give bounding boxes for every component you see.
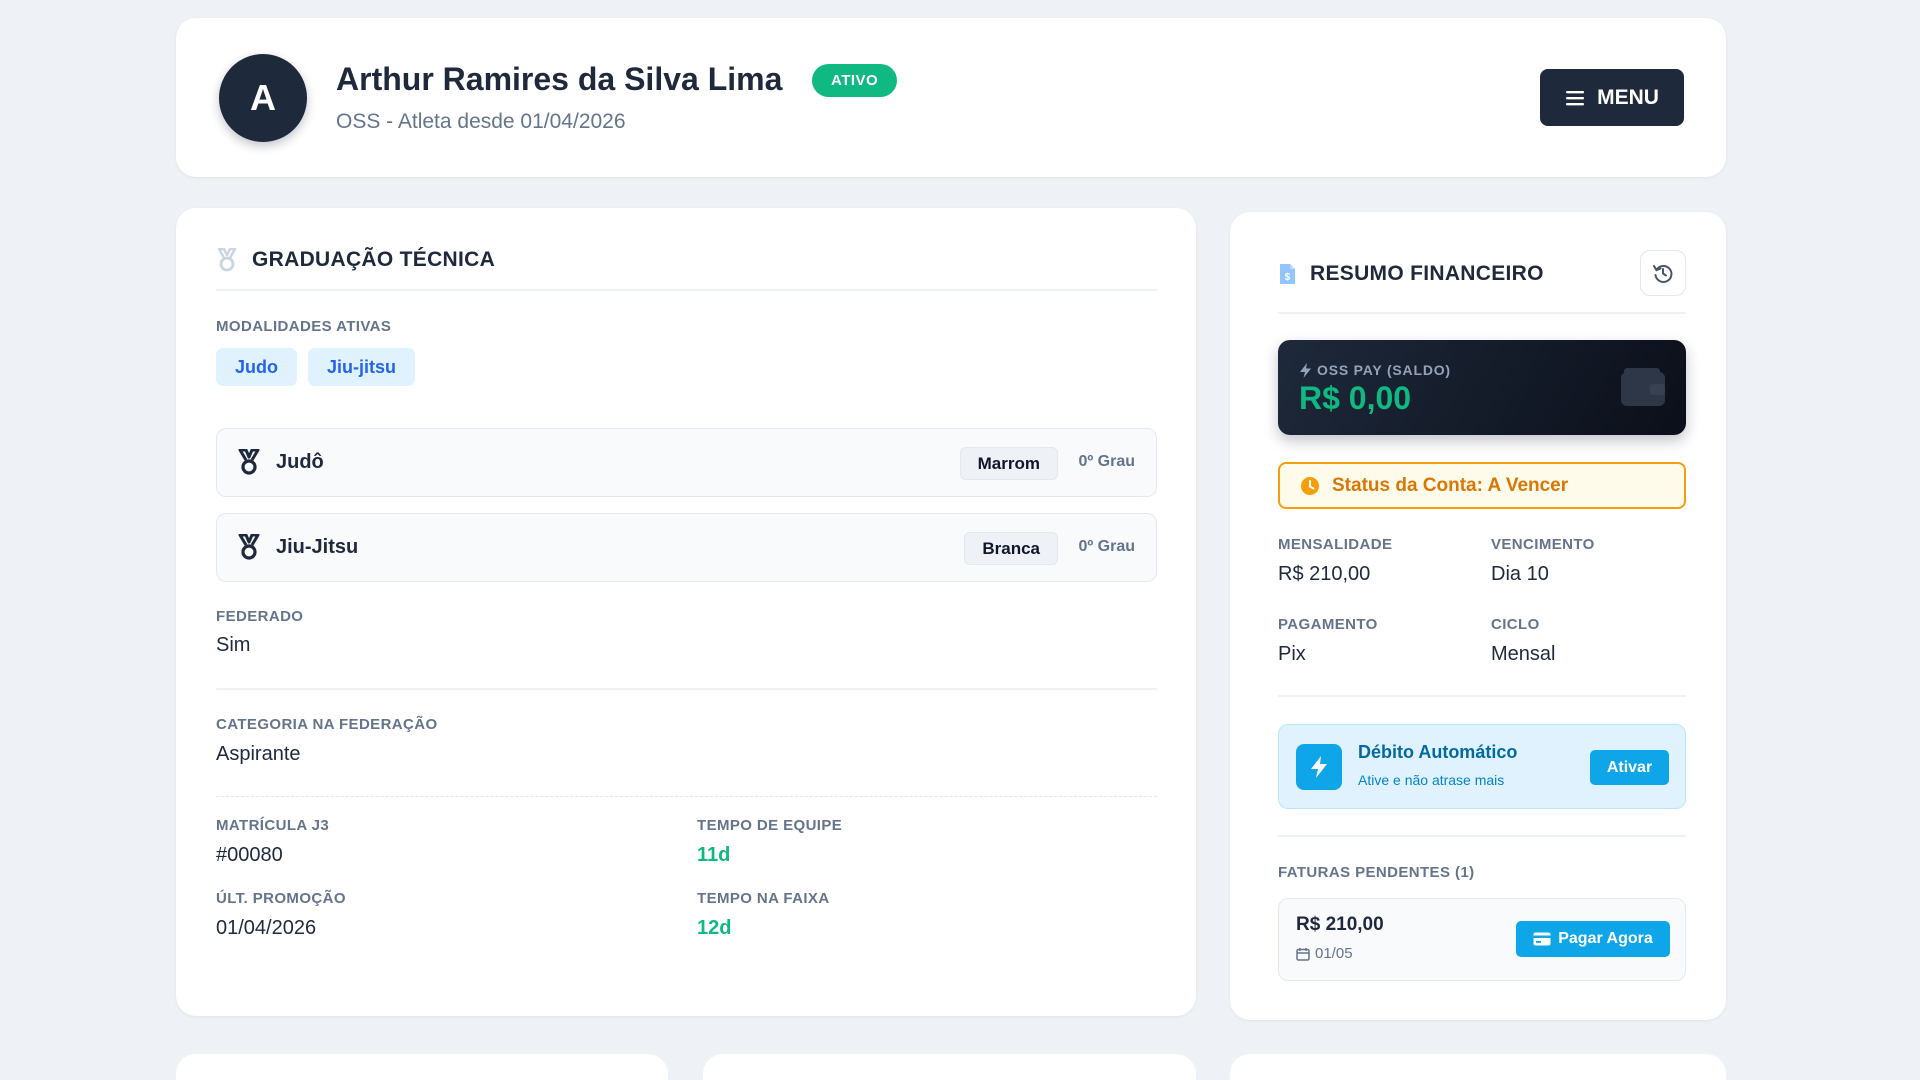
belt-color-badge: Marrom (959, 447, 1058, 480)
monthly-label: MENSALIDADE (1278, 536, 1393, 553)
athlete-header-card: A Arthur Ramires da Silva Lima ATIVO OSS… (176, 18, 1726, 177)
invoice-date: 01/05 (1315, 945, 1353, 962)
belt-degree: 0º Grau (1078, 453, 1135, 470)
athlete-subtitle: OSS - Atleta desde 01/04/2026 (336, 110, 626, 133)
last-promotion-value: 01/04/2026 (216, 917, 317, 939)
divider (1278, 312, 1686, 314)
credit-card-icon (1533, 932, 1551, 946)
wallet-icon (1621, 368, 1665, 406)
wallet-balance-card: OSS PAY (SALDO) R$ 0,00 (1278, 340, 1686, 435)
invoice-date-row: 01/05 (1296, 945, 1353, 962)
team-time-label: TEMPO DE EQUIPE (697, 817, 843, 834)
avatar: A (219, 54, 307, 142)
clock-icon (1301, 476, 1319, 495)
belt-row-judo: Judô Marrom 0º Grau (216, 428, 1157, 497)
registration-value: #00080 (216, 844, 283, 866)
modality-chip-judo: Judo (216, 348, 297, 386)
history-button[interactable] (1640, 250, 1686, 296)
bottom-card (1230, 1054, 1726, 1080)
menu-label: MENU (1597, 85, 1659, 109)
belt-time-label: TEMPO NA FAIXA (697, 890, 830, 907)
activate-autodebit-button[interactable]: Ativar (1590, 750, 1669, 785)
athlete-name: Arthur Ramires da Silva Lima (336, 61, 783, 97)
last-promotion-label: ÚLT. PROMOÇÃO (216, 890, 346, 907)
monthly-value: R$ 210,00 (1278, 563, 1371, 585)
belt-time-value: 12d (697, 917, 732, 939)
bottom-card (176, 1054, 668, 1080)
status-badge: ATIVO (812, 64, 898, 97)
registration-label: MATRÍCULA J3 (216, 817, 330, 834)
lightning-icon (1311, 756, 1327, 778)
modality-chip-jiujitsu: Jiu-jitsu (308, 348, 416, 386)
autodebit-icon-box (1296, 744, 1342, 790)
finance-title: RESUMO FINANCEIRO (1310, 262, 1544, 285)
menu-button[interactable]: MENU (1540, 69, 1684, 126)
due-label: VENCIMENTO (1491, 536, 1595, 553)
autodebit-title: Débito Automático (1358, 742, 1518, 762)
belt-degree: 0º Grau (1078, 538, 1135, 555)
graduation-card: GRADUAÇÃO TÉCNICA MODALIDADES ATIVAS Jud… (176, 208, 1196, 1016)
wallet-balance: R$ 0,00 (1299, 380, 1412, 416)
payment-value: Pix (1278, 643, 1306, 665)
cycle-label: CICLO (1491, 616, 1540, 633)
modalities-label: MODALIDADES ATIVAS (216, 318, 392, 335)
pay-now-label: Pagar Agora (1558, 930, 1653, 947)
divider (1278, 835, 1686, 837)
history-icon (1653, 265, 1673, 283)
invoice-amount: R$ 210,00 (1296, 914, 1384, 935)
svg-text:$: $ (1285, 272, 1291, 283)
category-label: CATEGORIA NA FEDERAÇÃO (216, 716, 438, 733)
account-status-alert: Status da Conta: A Vencer (1278, 462, 1686, 509)
due-value: Dia 10 (1491, 563, 1549, 585)
wallet-label: OSS PAY (SALDO) (1317, 362, 1451, 378)
account-status-text: Status da Conta: A Vencer (1332, 474, 1569, 496)
medal-icon (238, 534, 260, 560)
bottom-card (703, 1054, 1196, 1080)
calendar-icon (1296, 947, 1310, 961)
category-value: Aspirante (216, 743, 301, 765)
autodebit-banner: Débito Automático Ative e não atrase mai… (1278, 724, 1686, 809)
pay-now-button[interactable]: Pagar Agora (1516, 921, 1670, 957)
federated-value: Sim (216, 634, 251, 656)
payment-label: PAGAMENTO (1278, 616, 1378, 633)
pending-invoice-item: R$ 210,00 01/05 Pagar Agora (1278, 898, 1686, 981)
graduation-title: GRADUAÇÃO TÉCNICA (252, 248, 496, 271)
lightning-icon (1300, 362, 1311, 378)
divider (216, 688, 1157, 690)
graduation-header: GRADUAÇÃO TÉCNICA (216, 248, 495, 272)
medal-icon (238, 449, 260, 475)
dashed-divider (216, 796, 1157, 797)
wallet-label-row: OSS PAY (SALDO) (1300, 362, 1451, 378)
invoice-icon: $ (1280, 264, 1295, 284)
belt-color-badge: Branca (964, 532, 1058, 565)
federated-label: FEDERADO (216, 608, 304, 625)
hamburger-icon (1566, 90, 1585, 105)
medal-icon (217, 248, 237, 272)
pending-invoices-label: FATURAS PENDENTES (1) (1278, 864, 1475, 881)
cycle-value: Mensal (1491, 643, 1556, 665)
divider (1278, 695, 1686, 697)
team-time-value: 11d (697, 844, 731, 866)
finance-card: $ RESUMO FINANCEIRO OSS PAY (SALDO) R$ 0… (1230, 212, 1726, 1020)
belt-row-jiujitsu: Jiu-Jitsu Branca 0º Grau (216, 513, 1157, 582)
belt-modality-name: Judô (276, 451, 324, 473)
finance-header: $ RESUMO FINANCEIRO (1278, 262, 1544, 286)
divider (216, 289, 1157, 291)
belt-modality-name: Jiu-Jitsu (276, 536, 359, 558)
autodebit-subtitle: Ative e não atrase mais (1358, 772, 1505, 788)
